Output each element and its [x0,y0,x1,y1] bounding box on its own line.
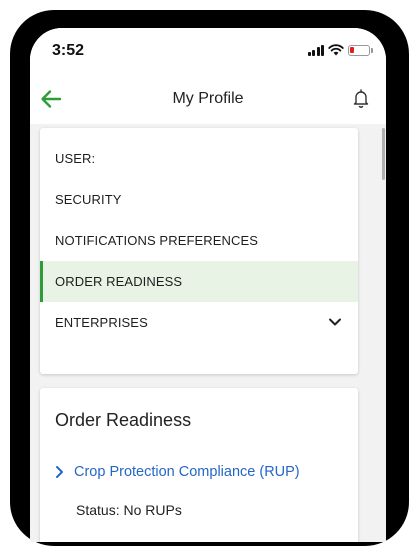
menu-item-label: NOTIFICATIONS PREFERENCES [55,233,259,248]
menu-item-user[interactable]: USER: [40,138,358,179]
menu-item-security[interactable]: SECURITY [40,179,358,220]
profile-menu: USER: SECURITY NOTIFICATIONS PREFERENCES… [40,128,358,374]
crop-protection-link-label[interactable]: Crop Protection Compliance (RUP) [74,464,300,480]
app-screen: 3:52 My Profile USER: SECURITY NOTIFICAT… [30,28,386,542]
menu-item-label: SECURITY [55,192,122,207]
menu-item-label: ENTERPRISES [55,315,148,330]
wifi-icon [328,44,344,56]
menu-item-label: ORDER READINESS [55,274,183,289]
menu-item-label: USER: [55,151,96,166]
bell-icon[interactable] [350,86,372,110]
menu-item-notifications-preferences[interactable]: NOTIFICATIONS PREFERENCES [40,220,358,261]
scrollbar[interactable] [382,128,385,180]
chevron-down-icon[interactable] [328,316,342,328]
menu-item-order-readiness[interactable]: ORDER READINESS [40,261,358,302]
section-title: Order Readiness [55,410,192,430]
page-title: My Profile [172,90,244,107]
status-time: 3:52 [52,42,85,59]
status-icons [307,44,373,56]
nav-bar: My Profile [30,74,386,124]
status-bar: 3:52 [30,28,386,74]
battery-icon [348,44,373,56]
menu-item-enterprises[interactable]: ENTERPRISES [40,302,358,343]
order-readiness-section: Order Readiness Crop Protection Complian… [40,388,358,542]
signal-icon [307,44,324,56]
rup-status-text: Status: No RUPs [76,502,182,518]
chevron-right-icon[interactable] [54,465,64,479]
crop-protection-link[interactable]: Crop Protection Compliance (RUP) [54,464,300,480]
